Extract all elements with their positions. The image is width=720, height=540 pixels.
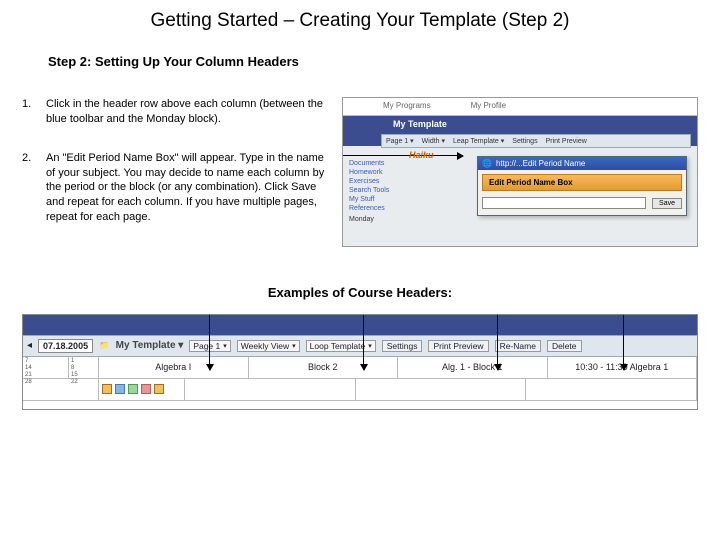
save-button[interactable]: Save [652, 198, 682, 209]
planner-toolbar: ◂ 07.18.2005 📁 My Template ▾ Page 1 Week… [23, 335, 697, 357]
day-row [23, 379, 697, 401]
template-dropdown[interactable]: My Template ▾ [116, 340, 184, 351]
pointer-arrow-down [497, 315, 498, 370]
step-heading: Step 2: Setting Up Your Column Headers [48, 54, 720, 69]
tool-icon[interactable] [115, 384, 125, 394]
page-dropdown[interactable]: Page 1 [189, 340, 230, 352]
view-dropdown[interactable]: Weekly View [237, 340, 300, 352]
topbar-left: My Programs [383, 101, 431, 112]
sidebar-link[interactable]: Homework [349, 169, 439, 176]
tool-icon[interactable] [128, 384, 138, 394]
blue-toolbar [23, 315, 697, 335]
instruction-text: Click in the header row above each colum… [46, 97, 342, 127]
date-display[interactable]: 07.18.2005 [38, 339, 93, 353]
loop-template-dropdown[interactable]: Loop Template [306, 340, 376, 352]
day-cell[interactable] [526, 379, 697, 400]
planner-toolbar: Page 1 ▾ Width ▾ Leap Template ▾ Setting… [381, 134, 691, 148]
column-header[interactable]: Block 2 [249, 357, 399, 378]
rename-button[interactable]: Re-Name [495, 340, 541, 352]
day-cell[interactable] [356, 379, 527, 400]
edit-period-dialog: 🌐 http://...Edit Period Name Edit Period… [477, 156, 687, 216]
calendar-nums-col: 1 8 15 22 [69, 357, 99, 378]
toolbar-item[interactable]: Settings [512, 138, 537, 145]
monday-label: Monday [349, 216, 439, 223]
row-icons [99, 379, 185, 400]
dialog-titlebar: 🌐 http://...Edit Period Name [478, 157, 686, 170]
instruction-item: 2. An "Edit Period Name Box" will appear… [22, 151, 342, 225]
column-header[interactable]: Algebra I [99, 357, 249, 378]
haiku-label: Haiku [409, 150, 439, 160]
topbar-right: My Profile [471, 101, 507, 112]
tool-icon[interactable] [102, 384, 112, 394]
sidebar-link[interactable]: Search Tools [349, 187, 439, 194]
instruction-item: 1. Click in the header row above each co… [22, 97, 342, 127]
period-name-input[interactable] [482, 197, 646, 209]
settings-button[interactable]: Settings [382, 340, 423, 352]
instruction-number: 1. [22, 97, 46, 127]
pointer-arrow-down [209, 315, 210, 370]
delete-button[interactable]: Delete [547, 340, 582, 352]
figure-course-headers-example: ◂ 07.18.2005 📁 My Template ▾ Page 1 Week… [22, 314, 698, 410]
browser-tab-bar: My Programs My Profile [343, 98, 697, 116]
page-title: Getting Started – Creating Your Template… [0, 0, 720, 32]
dialog-url: http://...Edit Period Name [496, 159, 585, 168]
sidebar-link[interactable]: My Stuff [349, 196, 439, 203]
template-label: My Template [393, 119, 447, 129]
pointer-arrow-down [363, 315, 364, 370]
examples-heading: Examples of Course Headers: [0, 285, 720, 300]
instructions-block: 1. Click in the header row above each co… [22, 97, 342, 249]
sidebar-link[interactable]: Documents [349, 160, 439, 167]
print-preview-button[interactable]: Print Preview [428, 340, 488, 352]
tool-icon[interactable] [141, 384, 151, 394]
column-header[interactable]: Alg. 1 - Block 1 [398, 357, 548, 378]
instruction-number: 2. [22, 151, 46, 225]
figure-edit-period-dialog: My Programs My Profile My Template Page … [342, 97, 698, 247]
pointer-arrow-down [623, 315, 624, 370]
sidebar-link[interactable]: Exercises [349, 178, 439, 185]
toolbar-item[interactable]: Page 1 ▾ [386, 137, 414, 145]
globe-icon: 🌐 [482, 159, 492, 168]
toolbar-item[interactable]: Print Preview [546, 138, 587, 145]
calendar-nums-col: 7 14 21 28 [23, 357, 69, 378]
toolbar-item[interactable]: Width ▾ [422, 137, 445, 145]
tool-icon[interactable] [154, 384, 164, 394]
instruction-text: An "Edit Period Name Box" will appear. T… [46, 151, 342, 225]
toolbar-item[interactable]: Leap Template ▾ [453, 137, 504, 145]
folder-icon: 📁 [99, 340, 110, 351]
sidebar-link[interactable]: References [349, 205, 439, 212]
sidebar-links: Haiku Documents Homework Exercises Searc… [349, 152, 439, 225]
dialog-heading: Edit Period Name Box [482, 174, 682, 191]
day-cell[interactable] [185, 379, 356, 400]
day-label-cell [23, 379, 99, 400]
calendar-icon[interactable]: ◂ [27, 340, 32, 351]
